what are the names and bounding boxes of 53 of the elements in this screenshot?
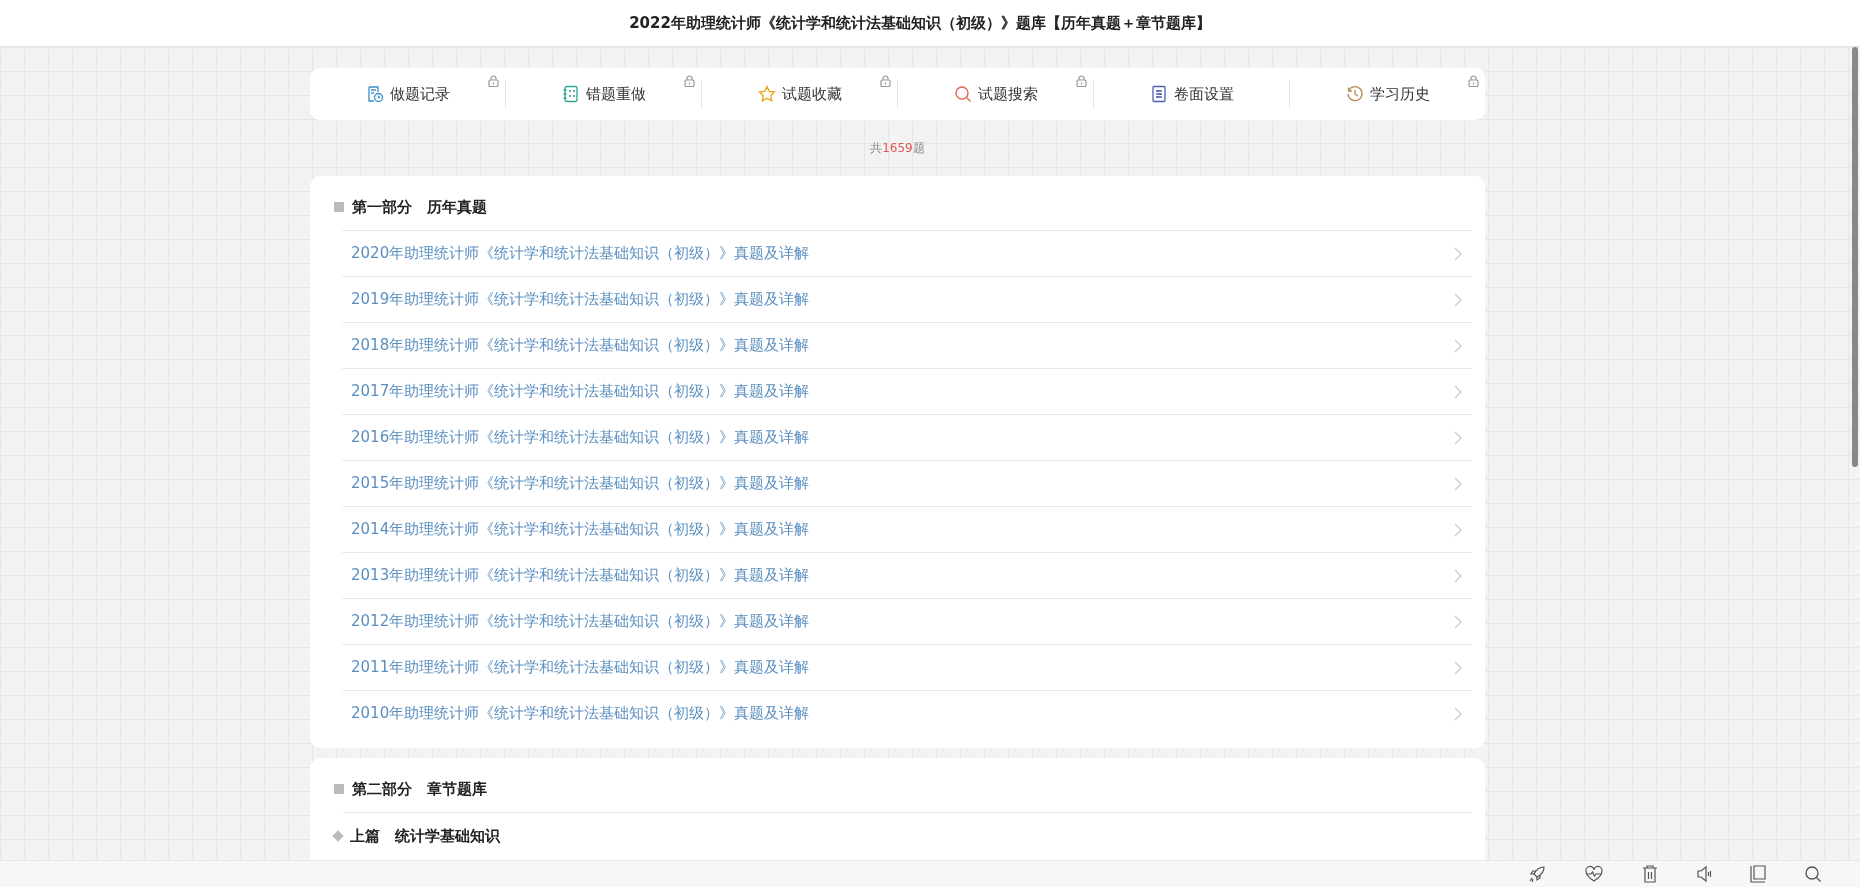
diamond-bullet-icon: [332, 830, 344, 842]
clock-document-icon: [365, 85, 384, 103]
square-bullet-icon: [334, 784, 344, 794]
heart-pulse-icon[interactable]: [1584, 865, 1604, 883]
section-title: 第一部分 历年真题: [352, 197, 487, 217]
search-icon[interactable]: [1804, 865, 1822, 883]
toolbar-button[interactable]: 错题重做: [557, 80, 650, 108]
window-icon[interactable]: [1750, 865, 1766, 883]
star-icon: [757, 85, 776, 103]
rocket-icon[interactable]: [1528, 865, 1546, 883]
trash-icon[interactable]: [1642, 865, 1658, 883]
toolbar-button[interactable]: 做题记录: [361, 80, 454, 108]
chevron-right-icon: [1454, 430, 1462, 445]
subsection-title: 上篇 统计学基础知识: [350, 826, 500, 846]
square-bullet-icon: [334, 202, 344, 212]
exam-link-row[interactable]: 2011年助理统计师《统计学和统计法基础知识（初级）》真题及详解: [342, 644, 1472, 690]
exam-link-row[interactable]: 2012年助理统计师《统计学和统计法基础知识（初级）》真题及详解: [342, 598, 1472, 644]
lock-icon: [1076, 75, 1087, 87]
lock-icon: [1468, 75, 1479, 87]
exam-link-row[interactable]: 2013年助理统计师《统计学和统计法基础知识（初级）》真题及详解: [342, 552, 1472, 598]
exam-link-row[interactable]: 2010年助理统计师《统计学和统计法基础知识（初级）》真题及详解: [342, 690, 1472, 736]
section-title: 第二部分 章节题库: [352, 779, 487, 799]
exam-link-row[interactable]: 2014年助理统计师《统计学和统计法基础知识（初级）》真题及详解: [342, 506, 1472, 552]
lock-icon: [880, 75, 891, 87]
chevron-right-icon: [1454, 568, 1462, 583]
exam-link-row[interactable]: 2019年助理统计师《统计学和统计法基础知识（初级）》真题及详解: [342, 276, 1472, 322]
exam-link-row[interactable]: 2015年助理统计师《统计学和统计法基础知识（初级）》真题及详解: [342, 460, 1472, 506]
notebook-icon: [561, 85, 580, 103]
history-icon: [1345, 85, 1364, 103]
lock-icon: [684, 75, 695, 87]
chevron-right-icon: [1454, 292, 1462, 307]
exam-link-row[interactable]: 2020年助理统计师《统计学和统计法基础知识（初级）》真题及详解: [342, 230, 1472, 276]
chevron-right-icon: [1454, 522, 1462, 537]
chevron-right-icon: [1454, 384, 1462, 399]
chevron-right-icon: [1454, 614, 1462, 629]
speaker-icon[interactable]: [1696, 865, 1712, 883]
chevron-right-icon: [1454, 660, 1462, 675]
toolbar-button[interactable]: 试题搜索: [949, 80, 1042, 108]
chevron-right-icon: [1454, 476, 1462, 491]
chevron-right-icon: [1454, 706, 1462, 721]
exam-link-row[interactable]: 2016年助理统计师《统计学和统计法基础知识（初级）》真题及详解: [342, 414, 1472, 460]
exam-link-row[interactable]: 2018年助理统计师《统计学和统计法基础知识（初级）》真题及详解: [342, 322, 1472, 368]
page-title: 2022年助理统计师《统计学和统计法基础知识（初级）》题库【历年真题＋章节题库】: [629, 13, 1211, 33]
question-count: 共1659题: [869, 140, 926, 157]
lock-icon: [488, 75, 499, 87]
scrollbar[interactable]: [1852, 47, 1858, 467]
chevron-right-icon: [1454, 338, 1462, 353]
toolbar-button[interactable]: 试题收藏: [753, 80, 846, 108]
toolbar-button[interactable]: 学习历史: [1341, 80, 1434, 108]
search-icon: [953, 85, 972, 103]
exam-link-row[interactable]: 2017年助理统计师《统计学和统计法基础知识（初级）》真题及详解: [342, 368, 1472, 414]
toolbar-button[interactable]: 卷面设置: [1145, 80, 1238, 108]
chevron-right-icon: [1454, 246, 1462, 261]
